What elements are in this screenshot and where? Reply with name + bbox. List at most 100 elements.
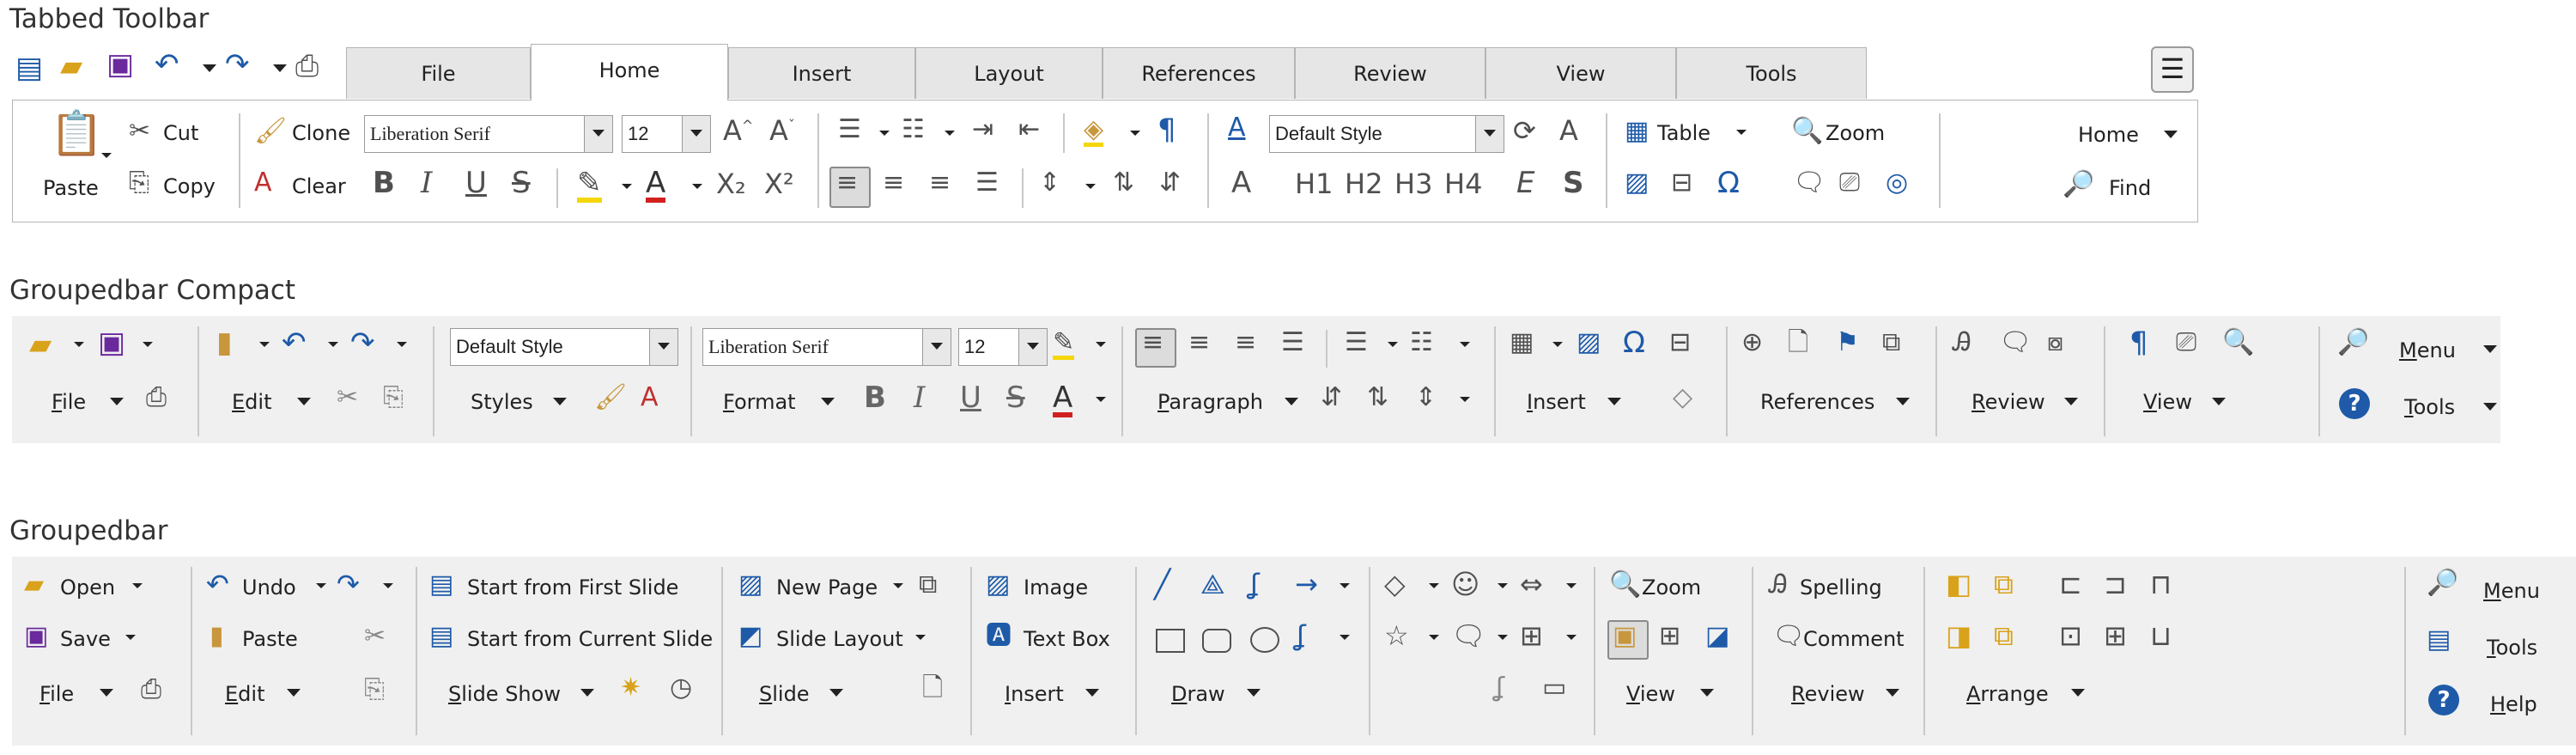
table-dropdown-icon[interactable] [1736,130,1747,135]
update-style-icon[interactable]: ⟳ [1513,117,1536,144]
table-icon[interactable]: ▦ [1625,119,1649,144]
highlighting-color-icon[interactable]: ✎ [1053,330,1075,360]
font-name-combobox[interactable]: Liberation Serif [702,328,951,366]
tab-tools[interactable]: Tools [1676,47,1867,99]
open-folder-icon[interactable]: ▰ [24,572,44,598]
copy-icon[interactable]: ⎘ [129,170,149,196]
tab-references[interactable]: References [1103,47,1295,99]
print-icon[interactable]: ⎙ [141,677,161,703]
edit-menu-dropdown-icon[interactable] [287,689,301,697]
arrange-menu-label[interactable]: Arrange [1966,682,2049,706]
paragraph-style-combobox[interactable]: Default Style [1269,115,1504,153]
menu-label[interactable]: Menu [2399,338,2456,362]
ordered-list-dropdown-icon[interactable] [1460,342,1470,347]
ellipse-icon[interactable] [1250,627,1279,653]
tab-view[interactable]: View [1485,47,1676,99]
line-spacing-icon[interactable]: ⇕ [1415,385,1437,411]
align-left-objects-icon[interactable]: ⊏ [2059,570,2082,598]
page-break-icon[interactable]: ⊟ [1671,170,1692,196]
edit-menu-dropdown-icon[interactable] [297,398,311,405]
default-character-icon[interactable]: A [1231,168,1251,198]
zoom-icon[interactable]: 🔍 [2222,330,2254,356]
comment-label[interactable]: Comment [1803,627,1905,651]
copy-label[interactable]: Copy [163,174,216,198]
increase-paragraph-spacing-icon[interactable]: ⇅ [1113,170,1134,196]
edit-menu-label[interactable]: Edit [225,682,264,706]
emphasis-icon[interactable]: E [1516,168,1534,198]
find-icon[interactable]: 🔎 [2063,172,2094,198]
navigator-icon[interactable]: ◎ [1886,170,1908,196]
italic-icon[interactable]: I [421,168,432,198]
review-menu-label[interactable]: Review [1971,390,2045,414]
redo-dropdown-icon[interactable] [383,583,393,588]
bold-icon[interactable]: B [373,168,395,198]
align-left-icon[interactable]: ≡ [836,170,858,196]
font-size-dropdown-icon[interactable] [1018,329,1047,365]
view-menu-dropdown-icon[interactable] [1700,689,1714,697]
undo-label[interactable]: Undo [242,575,296,600]
ordered-list-icon[interactable]: ☷ [902,117,925,143]
rounded-rectangle-icon[interactable] [1202,629,1231,653]
justify-icon[interactable]: ☰ [1281,330,1304,356]
help-icon[interactable]: ? [2339,388,2370,419]
font-color-icon[interactable]: A [1053,383,1073,417]
highlight-dropdown-icon[interactable] [1096,342,1106,347]
stars-dropdown-icon[interactable] [1429,635,1439,640]
align-left-icon[interactable]: ≡ [1142,330,1163,356]
save-dropdown-icon[interactable] [143,342,153,347]
draw-menu-dropdown-icon[interactable] [1247,689,1261,697]
flowchart-dropdown-icon[interactable] [1566,635,1577,640]
symbol-shapes-icon[interactable]: ☺ [1451,570,1479,598]
table-label[interactable]: Table [1657,121,1710,145]
curves-dropdown-icon[interactable] [1340,635,1350,640]
redo-icon[interactable]: ↷ [350,328,375,357]
bold-icon[interactable]: B [864,383,886,412]
slide-menu-dropdown-icon[interactable] [829,689,843,697]
track-changes-icon[interactable]: ⧇ [2047,330,2063,356]
cut-label[interactable]: Cut [163,121,198,145]
tab-insert[interactable]: Insert [728,47,915,99]
zoom-icon[interactable]: 🔍 [1609,572,1641,598]
strikethrough-icon[interactable]: S [1006,383,1025,412]
zoom-icon[interactable]: 🔍 [1791,119,1823,144]
start-from-current-icon[interactable]: ▤ [429,624,453,649]
undo-icon[interactable]: ↶ [282,328,307,357]
superscript-icon[interactable]: X² [764,170,794,198]
insert-image-icon[interactable]: ▨ [986,572,1010,598]
align-middle-objects-icon[interactable]: ⊞ [2104,622,2127,649]
toggle-extrusion-icon[interactable]: ▭ [1542,675,1566,701]
italic-icon[interactable]: I [914,383,925,412]
cut-icon[interactable]: ✂ [129,119,150,144]
paste-dropdown-icon[interactable] [259,342,270,347]
underline-icon[interactable]: U [465,168,487,198]
bookmark-icon[interactable]: ⚑ [1836,330,1859,356]
undo-dropdown-icon[interactable] [203,64,216,72]
home-menu-label[interactable]: Home [2078,123,2139,147]
save-icon[interactable]: ▣ [106,50,134,79]
zoom-label[interactable]: Zoom [1642,575,1701,600]
highlighting-color-icon[interactable]: ✎ [577,168,602,203]
clone-label[interactable]: Clone [292,121,350,145]
block-arrows-icon[interactable]: ⇔ [1520,570,1543,598]
draw-shapes-icon[interactable]: ◇ [1673,385,1692,411]
file-menu-dropdown-icon[interactable] [110,398,124,405]
special-character-icon[interactable]: Ω [1623,328,1645,357]
start-from-first-label[interactable]: Start from First Slide [467,575,678,600]
callouts-dropdown-icon[interactable] [1498,635,1508,640]
paragraph-background-icon[interactable]: ◈ [1084,117,1104,147]
increase-paragraph-spacing-icon[interactable]: ⇅ [1367,385,1388,411]
help-icon[interactable]: ? [2428,685,2459,715]
font-name-combobox[interactable]: Liberation Serif [364,115,613,153]
flowchart-icon[interactable]: ⊞ [1520,622,1543,649]
cut-icon[interactable]: ✂ [337,385,358,411]
references-menu-dropdown-icon[interactable] [1896,398,1910,405]
save-dropdown-icon[interactable] [125,635,136,640]
tools-menu-label[interactable]: Tools [2404,395,2455,419]
tab-layout[interactable]: Layout [915,47,1103,99]
paragraph-menu-label[interactable]: Paragraph [1157,390,1263,414]
edit-menu-label[interactable]: Edit [232,390,271,414]
decrease-paragraph-spacing-icon[interactable]: ⇵ [1159,170,1181,196]
slide-show-menu-dropdown-icon[interactable] [580,689,594,697]
undo-dropdown-icon[interactable] [328,342,338,347]
insert-comment-icon[interactable]: 🗨 [1793,170,1826,196]
